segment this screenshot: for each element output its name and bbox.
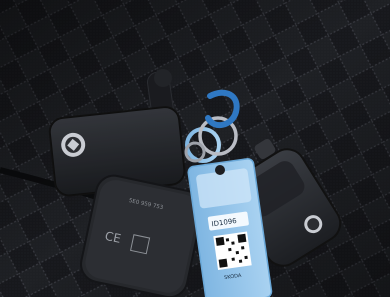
qr-code bbox=[213, 231, 252, 270]
photo-canvas: 5E0 959 753 CE ID1096 SKODA bbox=[0, 0, 390, 297]
tag-hole bbox=[215, 165, 225, 175]
strap-end bbox=[154, 69, 172, 87]
fob-back: 5E0 959 753 CE bbox=[80, 174, 204, 297]
photo-scene: 5E0 959 753 CE ID1096 SKODA bbox=[0, 0, 390, 297]
